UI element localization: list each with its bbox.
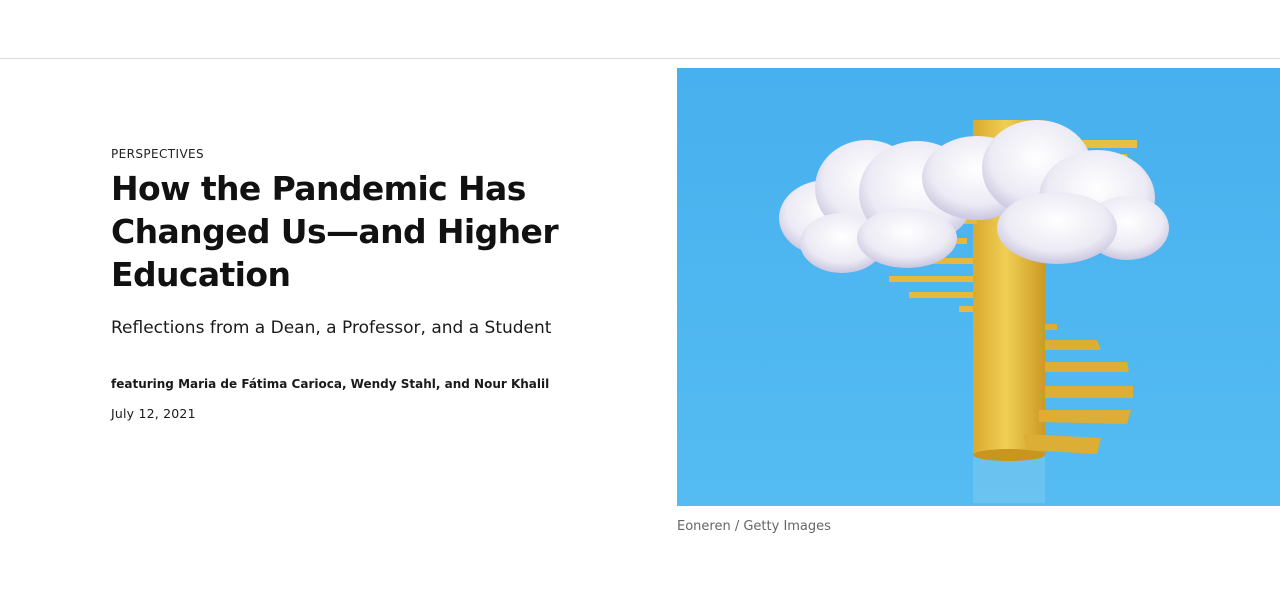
article-date: July 12, 2021 — [111, 406, 196, 421]
article-category[interactable]: PERSPECTIVES — [111, 146, 631, 162]
spiral-staircase-cloud-illustration — [677, 68, 1280, 506]
article-title: How the Pandemic Has Changed Us—and High… — [111, 169, 559, 294]
article-header: PERSPECTIVES How the Pandemic Has Change… — [111, 146, 631, 422]
image-credit: Eoneren / Getty Images — [677, 519, 831, 534]
article-byline: featuring Maria de Fátima Carioca, Wendy… — [111, 377, 550, 391]
site-header — [0, 0, 1280, 59]
hero-image — [677, 68, 1280, 506]
article-subtitle: Reflections from a Dean, a Professor, an… — [111, 318, 552, 338]
